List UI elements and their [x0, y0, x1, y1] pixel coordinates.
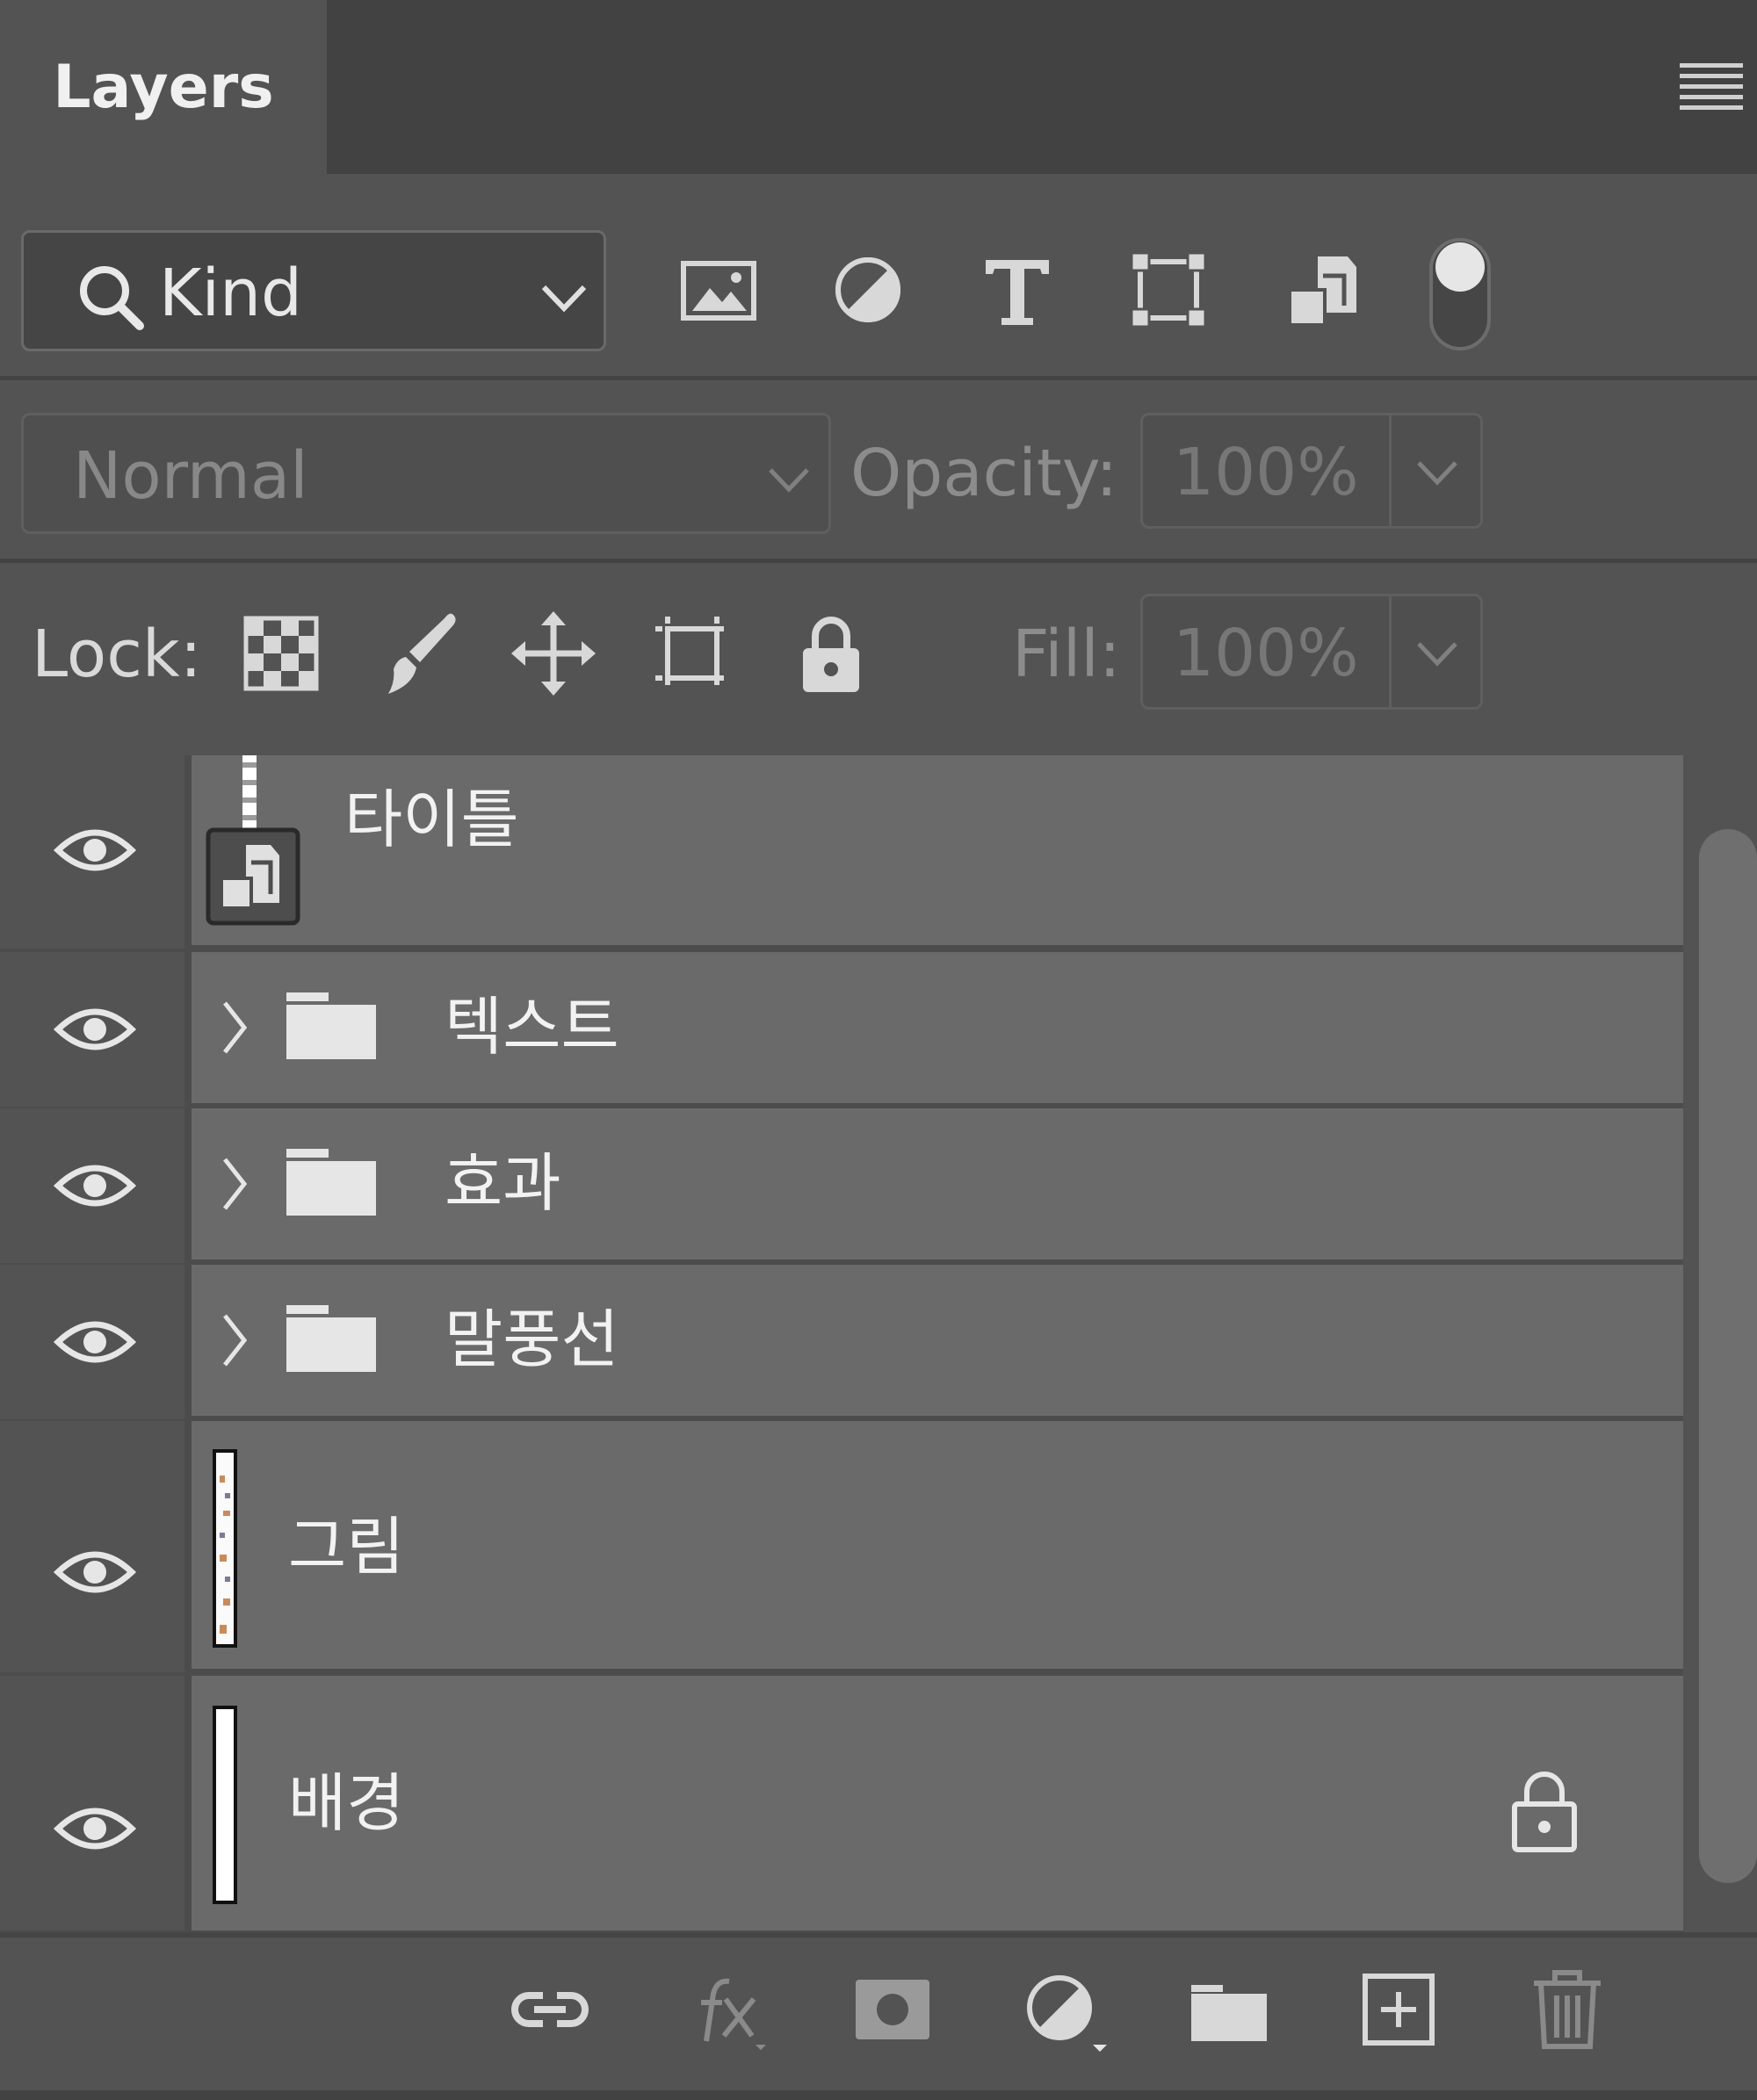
tab-layers-label: Layers: [53, 52, 274, 122]
layer-thumbnail: [242, 755, 257, 829]
layer-row[interactable]: 타이틀: [0, 755, 1683, 949]
type-layer-filter-icon[interactable]: [979, 251, 1058, 330]
visibility-toggle[interactable]: [0, 755, 184, 949]
chevron-right-icon[interactable]: [220, 999, 249, 1056]
layer-body[interactable]: 말풍선: [192, 1265, 1683, 1416]
tab-layers[interactable]: Layers: [0, 0, 327, 174]
search-icon: [76, 263, 145, 331]
layer-thumbnail: [213, 1449, 237, 1648]
visibility-toggle[interactable]: [0, 1676, 184, 1930]
blend-mode-select[interactable]: Normal: [21, 413, 831, 534]
folder-icon: [286, 989, 376, 1059]
layer-name: 타이틀: [344, 783, 519, 856]
layer-body[interactable]: 그림: [192, 1421, 1683, 1669]
divider: [0, 1932, 1757, 1938]
layer-name: 텍스트: [445, 990, 619, 1064]
chevron-right-icon[interactable]: [220, 1156, 249, 1212]
layer-row[interactable]: 텍스트: [0, 952, 1683, 1107]
layer-name: 배경: [288, 1766, 405, 1840]
add-layer-style-icon[interactable]: [680, 1967, 766, 2052]
new-layer-icon[interactable]: [1356, 1967, 1441, 2052]
lock-transparent-pixels-icon[interactable]: [239, 611, 323, 696]
scrollbar-thumb[interactable]: [1699, 829, 1757, 1883]
panel-menu-icon[interactable]: [1680, 63, 1743, 112]
folder-icon: [286, 1145, 376, 1216]
layer-body[interactable]: 텍스트: [192, 952, 1683, 1103]
filter-kind-label: Kind: [159, 256, 302, 331]
field-separator: [1389, 415, 1392, 526]
panel-bottom-edge: [0, 2090, 1757, 2100]
layer-body[interactable]: 배경: [192, 1676, 1683, 1930]
eye-icon[interactable]: [53, 826, 137, 875]
lock-image-pixels-icon[interactable]: [378, 611, 462, 696]
opacity-value: 100%: [1173, 435, 1359, 510]
fill-field[interactable]: 100%: [1140, 594, 1483, 710]
chevron-down-icon: [767, 466, 811, 493]
layer-name: 말풍선: [445, 1303, 619, 1376]
layer-row[interactable]: 배경: [0, 1676, 1683, 1930]
pixel-layer-filter-icon[interactable]: [680, 251, 759, 330]
lock-icon[interactable]: [1509, 1771, 1580, 1855]
layer-name: 효과: [445, 1146, 561, 1220]
chevron-down-icon[interactable]: [1415, 459, 1459, 486]
layer-row[interactable]: 효과: [0, 1108, 1683, 1263]
layer-row[interactable]: 그림: [0, 1421, 1683, 1672]
filter-kind-select[interactable]: Kind: [21, 230, 606, 351]
opacity-field[interactable]: 100%: [1140, 413, 1483, 529]
lock-artboard-icon[interactable]: [650, 611, 734, 696]
eye-icon[interactable]: [53, 1317, 137, 1367]
fill-value: 100%: [1173, 616, 1359, 691]
layer-row[interactable]: 말풍선: [0, 1265, 1683, 1419]
shape-layer-filter-icon[interactable]: [1130, 251, 1209, 330]
eye-icon[interactable]: [53, 1804, 137, 1853]
visibility-toggle[interactable]: [0, 1265, 184, 1419]
adjustment-layer-filter-icon[interactable]: [829, 251, 908, 330]
layer-body[interactable]: 효과: [192, 1108, 1683, 1259]
chevron-down-icon[interactable]: [1415, 640, 1459, 667]
filter-toggle-icon[interactable]: [1428, 237, 1492, 351]
layer-body[interactable]: 타이틀: [192, 755, 1683, 945]
chevron-down-icon: [540, 284, 588, 313]
blend-mode-label: Normal: [73, 438, 308, 514]
divider: [0, 376, 1757, 380]
visibility-toggle[interactable]: [0, 952, 184, 1107]
field-separator: [1389, 596, 1392, 707]
eye-icon[interactable]: [53, 1161, 137, 1210]
smart-object-badge-icon: [206, 827, 300, 926]
lock-all-icon[interactable]: [789, 611, 873, 696]
smart-object-filter-icon[interactable]: [1283, 251, 1362, 330]
new-group-icon[interactable]: [1188, 1967, 1272, 2052]
eye-icon[interactable]: [53, 1548, 137, 1597]
eye-icon[interactable]: [53, 1005, 137, 1054]
add-mask-icon[interactable]: [850, 1967, 935, 2052]
lock-label: Lock:: [32, 617, 202, 692]
divider: [0, 559, 1757, 563]
lock-position-icon[interactable]: [511, 611, 596, 696]
visibility-toggle[interactable]: [0, 1108, 184, 1263]
visibility-toggle[interactable]: [0, 1421, 184, 1672]
new-adjustment-layer-icon[interactable]: [1019, 1967, 1107, 2052]
folder-icon: [286, 1302, 376, 1372]
link-layers-icon[interactable]: [508, 1967, 592, 2052]
delete-layer-icon[interactable]: [1525, 1967, 1609, 2052]
opacity-label: Opacity:: [850, 436, 1118, 511]
layer-name: 그림: [288, 1510, 405, 1584]
chevron-right-icon[interactable]: [220, 1312, 249, 1368]
layer-thumbnail: [213, 1706, 237, 1904]
fill-label: Fill:: [1012, 617, 1121, 692]
